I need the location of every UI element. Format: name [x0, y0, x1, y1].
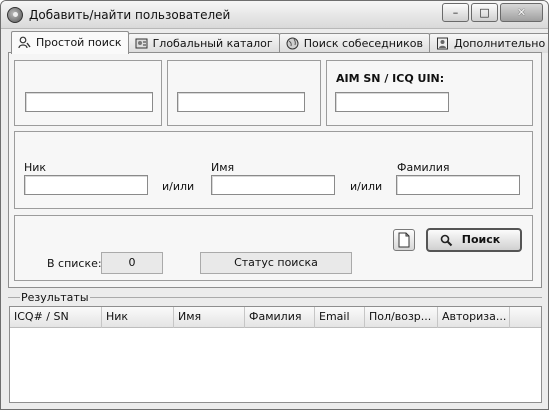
new-search-button[interactable]: [393, 229, 415, 251]
globe-icon: [286, 37, 299, 50]
tab-simple-search[interactable]: Простой поиск: [11, 31, 129, 54]
column-header-email[interactable]: Email: [315, 307, 365, 328]
tab-strip: Простой поиск Глобальный каталог Поиск с…: [11, 31, 548, 54]
andor-label-1: и/или: [162, 180, 195, 193]
search-icon: [440, 234, 453, 247]
simple-search-panel: AIM SN / ICQ UIN: Ник и/или Имя и/или Фа…: [8, 52, 542, 288]
nick-label: Ник: [24, 161, 47, 174]
icq-flower-icon: [7, 7, 23, 23]
column-header-icq[interactable]: ICQ# / SN: [10, 307, 102, 328]
last-name-label: Фамилия: [397, 161, 450, 174]
phone-group: [167, 60, 321, 126]
results-table[interactable]: ICQ# / SN Ник Имя Фамилия Email Пол/возр…: [9, 306, 542, 403]
window-controls: – □ ✕: [442, 3, 543, 22]
column-header-filler: [510, 307, 541, 328]
tab-label: Глобальный каталог: [152, 37, 273, 50]
andor-label-2: и/или: [350, 180, 383, 193]
person-card-icon: [436, 37, 448, 50]
person-search-icon: [18, 36, 31, 49]
tab-find-partners[interactable]: Поиск собеседников: [278, 33, 430, 53]
tab-label: Поиск собеседников: [303, 37, 423, 50]
results-header: ICQ# / SN Ник Имя Фамилия Email Пол/возр…: [10, 307, 541, 328]
window-title: Добавить/найти пользователей: [29, 8, 231, 22]
uin-group: AIM SN / ICQ UIN:: [326, 60, 533, 126]
title-bar[interactable]: Добавить/найти пользователей – □ ✕: [1, 1, 548, 29]
nick-field[interactable]: [24, 175, 148, 195]
column-header-gender-age[interactable]: Пол/возр...: [365, 307, 438, 328]
column-header-first-name[interactable]: Имя: [174, 307, 245, 328]
email-group: [14, 60, 162, 126]
document-icon: [398, 232, 410, 248]
column-header-authorization[interactable]: Авториза...: [438, 307, 510, 328]
column-header-nick[interactable]: Ник: [102, 307, 174, 328]
tab-label: Дополнительно: [453, 37, 546, 50]
tab-global-catalog[interactable]: Глобальный каталог: [127, 33, 280, 53]
uin-label: AIM SN / ICQ UIN:: [336, 72, 445, 85]
tab-advanced[interactable]: Дополнительно: [428, 33, 548, 53]
close-button[interactable]: ✕: [500, 3, 543, 22]
in-list-count: 0: [101, 252, 163, 274]
results-legend: Результаты: [20, 291, 90, 304]
catalog-icon: [135, 38, 148, 49]
search-button[interactable]: Поиск: [426, 228, 522, 252]
minimize-button[interactable]: –: [442, 3, 469, 22]
first-name-field[interactable]: [211, 175, 335, 195]
phone-field[interactable]: [177, 92, 305, 112]
name-group: Ник и/или Имя и/или Фамилия: [14, 131, 533, 209]
search-status: Статус поиска: [200, 252, 352, 274]
uin-field[interactable]: [335, 92, 449, 112]
maximize-button[interactable]: □: [471, 3, 498, 22]
first-name-label: Имя: [211, 161, 235, 174]
email-field[interactable]: [25, 92, 153, 112]
last-name-field[interactable]: [396, 175, 520, 195]
add-find-users-window: Добавить/найти пользователей – □ ✕ Прост…: [0, 0, 549, 410]
in-list-label: В списке:: [47, 257, 102, 270]
search-button-label: Поиск: [461, 233, 501, 246]
tab-label: Простой поиск: [36, 36, 122, 49]
column-header-last-name[interactable]: Фамилия: [245, 307, 315, 328]
